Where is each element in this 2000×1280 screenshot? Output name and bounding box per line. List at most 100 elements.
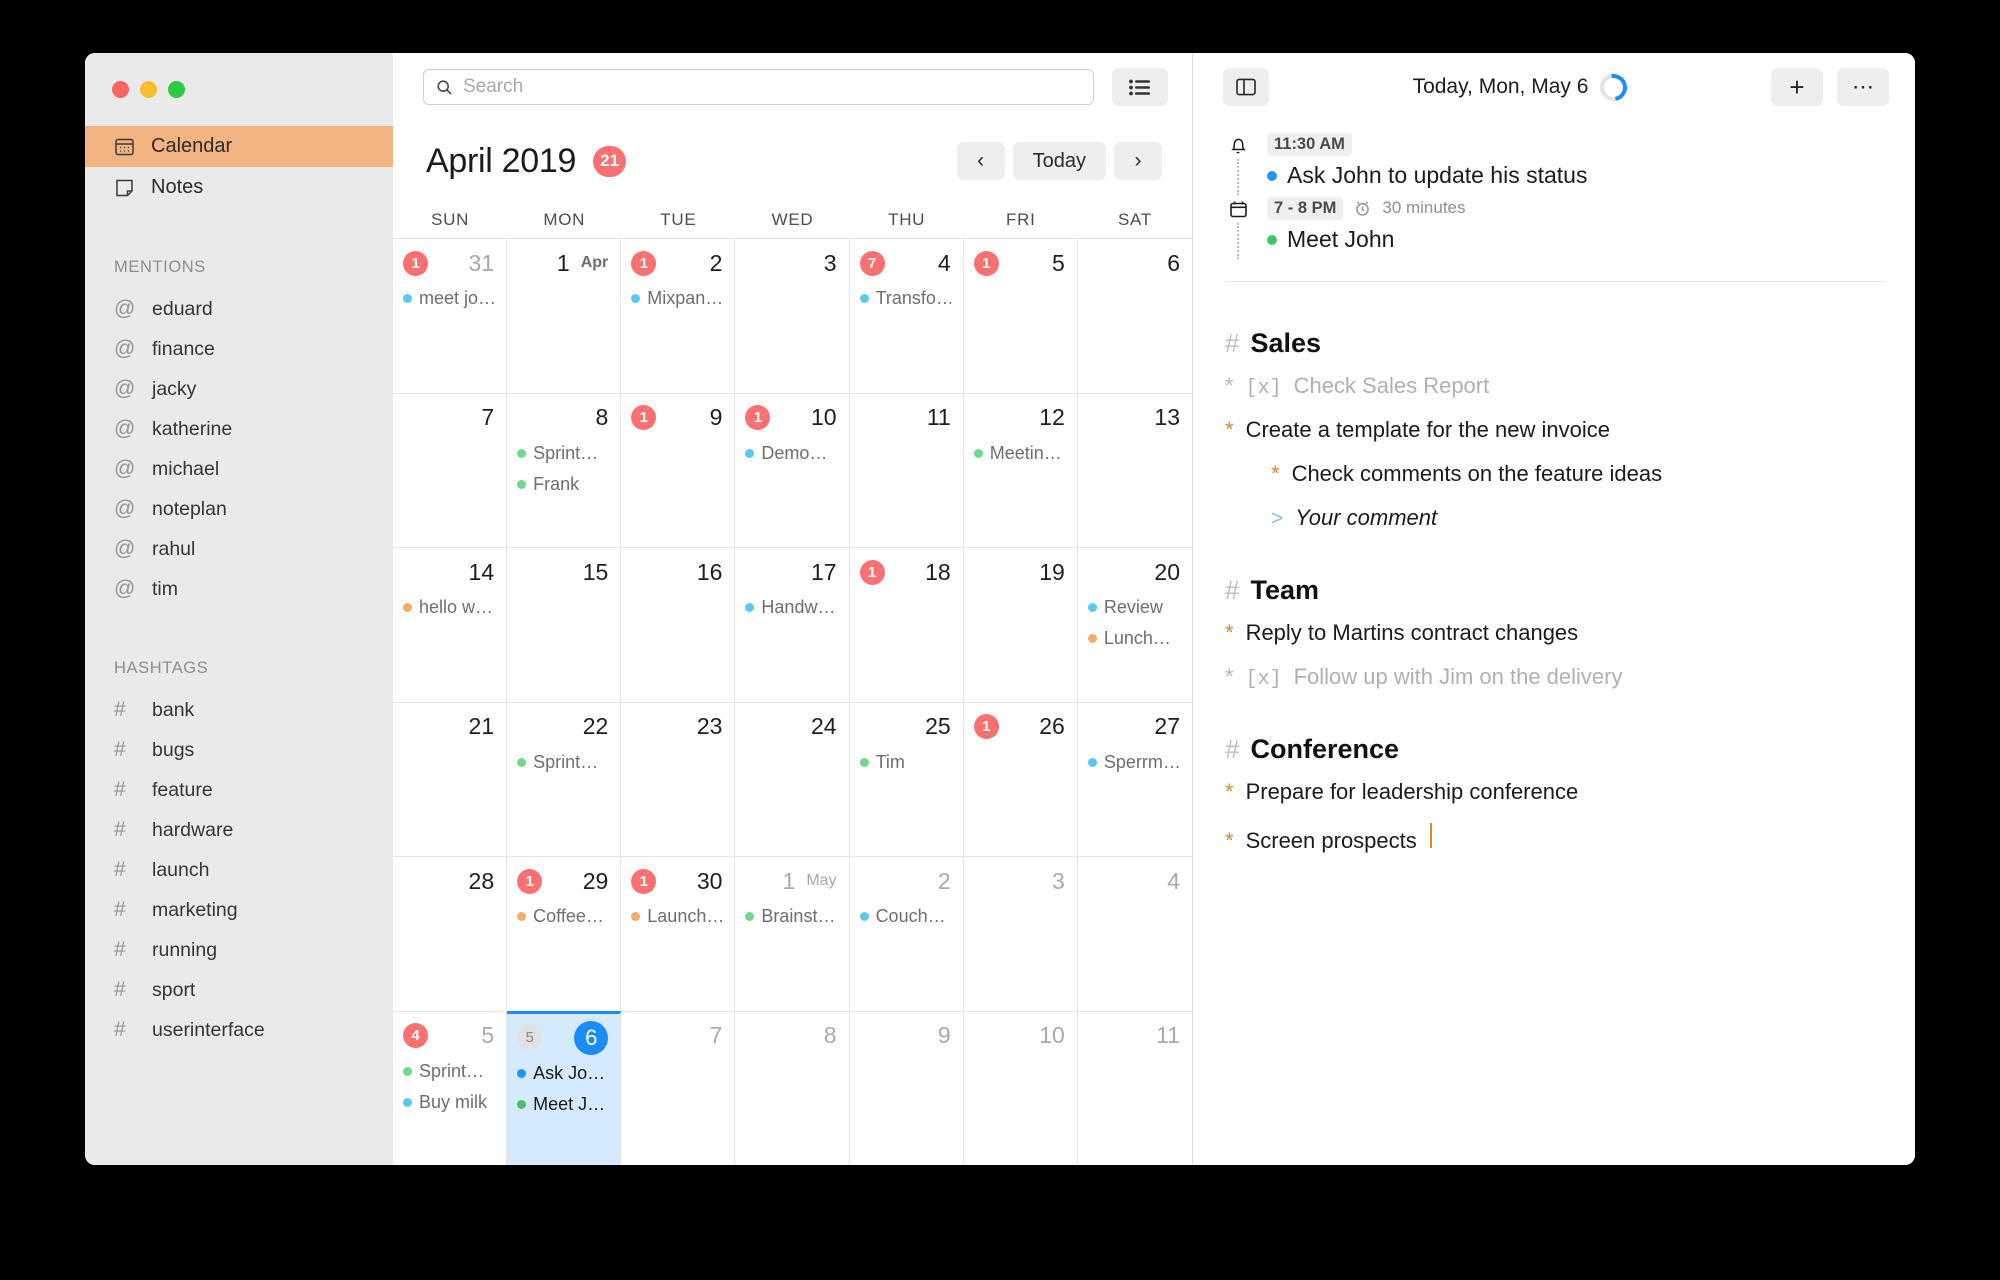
note-task-item[interactable]: * [x] Follow up with Jim on the delivery [1225, 664, 1885, 708]
mention-item[interactable]: @ finance [85, 329, 393, 369]
mention-item[interactable]: @ jacky [85, 369, 393, 409]
task-checkbox[interactable]: [x] [1246, 668, 1282, 691]
calendar-day-cell[interactable]: 1 26 [964, 702, 1078, 856]
hashtag-item[interactable]: # marketing [85, 890, 393, 930]
prev-month-button[interactable]: ‹ [956, 142, 1005, 180]
mention-item[interactable]: @ katherine [85, 409, 393, 449]
calendar-day-cell[interactable]: 15 [507, 548, 622, 702]
calendar-event[interactable]: Couch… [859, 901, 951, 932]
calendar-day-cell[interactable]: 28 [393, 857, 508, 1011]
mention-item[interactable]: @ tim [85, 569, 393, 609]
hashtag-item[interactable]: # sport [85, 970, 393, 1010]
calendar-event[interactable]: Mixpan… [631, 283, 722, 314]
calendar-day-cell[interactable]: 20 Review Lunch… [1078, 548, 1192, 702]
list-view-button[interactable] [1112, 68, 1168, 106]
note-comment-line[interactable]: > Your comment [1225, 505, 1885, 549]
note-task-item[interactable]: * Reply to Martins contract changes [1225, 620, 1885, 664]
hashtag-item[interactable]: # running [85, 930, 393, 970]
calendar-day-cell[interactable]: 19 [964, 548, 1078, 702]
calendar-event[interactable]: meet jo… [403, 283, 494, 314]
close-button[interactable] [112, 81, 129, 98]
maximize-button[interactable] [168, 81, 185, 98]
calendar-day-cell[interactable]: 1 29 Coffee… [507, 857, 622, 1011]
calendar-day-cell[interactable]: 9 [850, 1011, 964, 1165]
calendar-day-cell[interactable]: 1 10 Demo… [735, 393, 850, 547]
note-task-item[interactable]: * [x] Check Sales Report [1225, 373, 1885, 417]
split-view-button[interactable] [1223, 68, 1269, 106]
calendar-day-cell[interactable]: 6 [1078, 239, 1192, 393]
task-checkbox[interactable]: [x] [1246, 377, 1282, 400]
calendar-day-cell[interactable]: 24 [735, 702, 850, 856]
calendar-day-cell[interactable]: 2 Couch… [850, 857, 964, 1011]
calendar-day-cell[interactable]: 13 [1078, 394, 1192, 548]
agenda-item[interactable]: 7 - 8 PM 30 minutes Meet John [1225, 195, 1885, 259]
calendar-day-cell[interactable]: 4 5 Sprint… Buy milk [393, 1011, 508, 1165]
calendar-day-cell[interactable]: 7 4 Transfo… [850, 239, 964, 393]
calendar-event[interactable]: Ask Jo… [517, 1058, 608, 1089]
calendar-event[interactable]: Meet J… [517, 1089, 608, 1120]
calendar-day-cell[interactable]: 15 [964, 239, 1078, 393]
calendar-day-cell[interactable]: 25 Tim [850, 702, 964, 856]
note-content[interactable]: # Sales * [x] Check Sales Report * Create a te… [1193, 282, 1915, 867]
calendar-event[interactable]: Sperrm… [1087, 747, 1180, 778]
calendar-event[interactable]: Demo… [745, 438, 836, 469]
calendar-day-cell[interactable]: 1 31 meet jo… [393, 239, 508, 393]
calendar-event[interactable]: Brainst… [745, 901, 836, 932]
hashtag-item[interactable]: # bank [85, 690, 393, 730]
mention-item[interactable]: @ rahul [85, 529, 393, 569]
calendar-day-cell[interactable]: 8 Sprint… Frank [507, 393, 622, 547]
hashtag-item[interactable]: # hardware [85, 810, 393, 850]
more-options-button[interactable]: ⋯ [1837, 68, 1889, 106]
calendar-day-cell[interactable]: 7 [393, 393, 508, 547]
calendar-day-cell[interactable]: 17 Handw… [735, 548, 850, 702]
sidebar-item-calendar[interactable]: Calendar [85, 126, 393, 167]
next-month-button[interactable]: › [1114, 142, 1162, 180]
calendar-day-cell[interactable]: 11 [850, 393, 964, 547]
calendar-event[interactable]: hello w… [403, 592, 494, 623]
calendar-day-cell[interactable]: 8 [735, 1011, 850, 1165]
calendar-day-cell[interactable]: 7 [621, 1011, 736, 1165]
calendar-event[interactable]: Transfo… [859, 283, 951, 314]
calendar-day-cell[interactable]: 11 [1078, 1012, 1192, 1166]
today-button[interactable]: Today [1012, 142, 1106, 180]
calendar-event[interactable]: Review [1087, 592, 1180, 623]
week-number-badge[interactable]: 5 [517, 1025, 543, 1050]
calendar-event[interactable]: Buy milk [403, 1087, 494, 1118]
calendar-day-cell-today[interactable]: 5 6 Ask Jo… Meet J… [507, 1010, 622, 1165]
calendar-day-cell[interactable]: 22 Sprint… [507, 702, 622, 856]
calendar-day-cell[interactable]: 3 [735, 239, 850, 393]
minimize-button[interactable] [140, 81, 157, 98]
mention-item[interactable]: @ eduard [85, 289, 393, 329]
note-task-item[interactable]: * Create a template for the new invoice [1225, 417, 1885, 461]
calendar-event[interactable]: Frank [517, 469, 608, 500]
calendar-event[interactable]: Sprint… [517, 438, 608, 469]
calendar-day-cell[interactable]: 12 Meetin… [964, 393, 1078, 547]
calendar-day-cell[interactable]: 1 30 Launch… [621, 857, 736, 1011]
sidebar-item-notes[interactable]: Notes [85, 167, 393, 208]
calendar-day-cell[interactable]: 10 [964, 1011, 1078, 1165]
calendar-day-cell[interactable]: 16 [621, 548, 736, 702]
mention-item[interactable]: @ noteplan [85, 489, 393, 529]
calendar-day-cell[interactable]: 3 [964, 857, 1078, 1011]
calendar-event[interactable]: Launch… [631, 901, 722, 932]
calendar-day-cell[interactable]: 27 Sperrm… [1078, 703, 1192, 857]
calendar-day-cell[interactable]: 1 2 Mixpan… [621, 239, 736, 393]
note-task-item[interactable]: * Prepare for leadership conference [1225, 779, 1885, 823]
calendar-day-cell[interactable]: 21 [393, 702, 508, 856]
mention-item[interactable]: @ michael [85, 449, 393, 489]
add-note-button[interactable]: + [1771, 68, 1823, 106]
note-task-item[interactable]: * Screen prospects [1225, 823, 1885, 867]
calendar-event[interactable]: Tim [859, 747, 951, 778]
calendar-event[interactable]: Meetin… [973, 438, 1065, 469]
calendar-day-cell[interactable]: 1 18 [850, 548, 964, 702]
hashtag-item[interactable]: # feature [85, 770, 393, 810]
calendar-day-cell[interactable]: 23 [621, 702, 736, 856]
hashtag-item[interactable]: # bugs [85, 730, 393, 770]
calendar-day-cell[interactable]: 14 hello w… [393, 548, 508, 702]
calendar-event[interactable]: Sprint… [403, 1056, 494, 1087]
calendar-day-cell[interactable]: 1 May Brainst… [735, 857, 850, 1011]
note-task-item[interactable]: * Check comments on the feature ideas [1225, 461, 1885, 505]
calendar-day-cell[interactable]: 19 [621, 393, 736, 547]
search-input[interactable]: Search [423, 69, 1094, 105]
calendar-day-cell[interactable]: 4 [1078, 857, 1192, 1011]
